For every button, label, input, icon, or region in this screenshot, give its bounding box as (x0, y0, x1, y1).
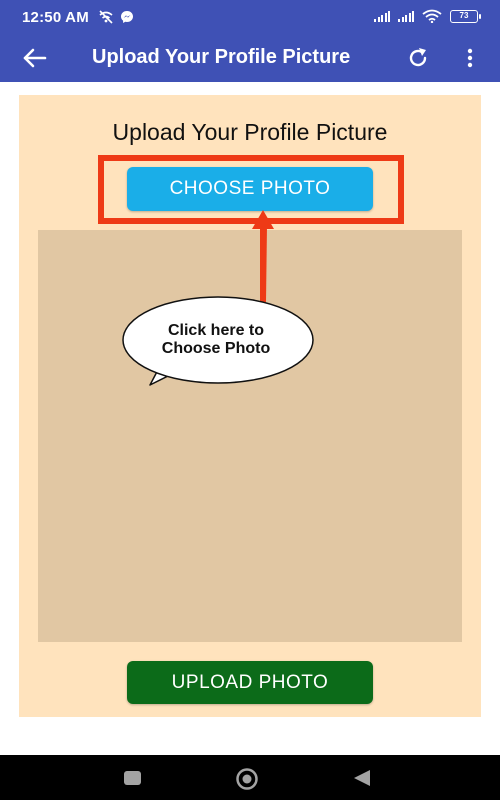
status-bar: 12:50 AM 73 (0, 0, 500, 34)
wifi-calling-off-icon (99, 10, 113, 24)
wifi-icon (422, 9, 442, 23)
app-bar: Upload Your Profile Picture (0, 34, 500, 82)
recent-apps-icon[interactable] (124, 771, 141, 785)
signal-icon (398, 10, 414, 22)
battery-icon: 73 (450, 9, 481, 23)
messenger-icon (121, 11, 133, 23)
callout-line-1: Click here to (167, 322, 265, 339)
more-vert-icon[interactable] (460, 46, 480, 70)
back-triangle-icon[interactable] (352, 769, 372, 787)
status-right-icons: 73 (374, 9, 481, 23)
status-time: 12:50 AM (22, 9, 89, 26)
screen: 12:50 AM 73 Upload Your Profile Picture … (0, 0, 500, 800)
callout-text: Click here to Choose Photo (140, 322, 292, 358)
upload-card: Upload Your Profile Picture CHOOSE PHOTO… (19, 95, 481, 717)
refresh-icon[interactable] (406, 46, 430, 70)
navigation-bar (0, 755, 500, 800)
page-heading: Upload Your Profile Picture (112, 119, 388, 145)
upload-photo-button[interactable]: UPLOAD PHOTO (127, 661, 373, 704)
callout-line-2: Choose Photo (161, 340, 271, 357)
status-left-icons (98, 10, 134, 24)
back-arrow-icon[interactable] (22, 46, 48, 70)
home-icon[interactable] (235, 767, 259, 791)
signal-icon (374, 10, 390, 22)
callout-bubble (122, 210, 314, 386)
app-bar-title: Upload Your Profile Picture (92, 46, 351, 68)
